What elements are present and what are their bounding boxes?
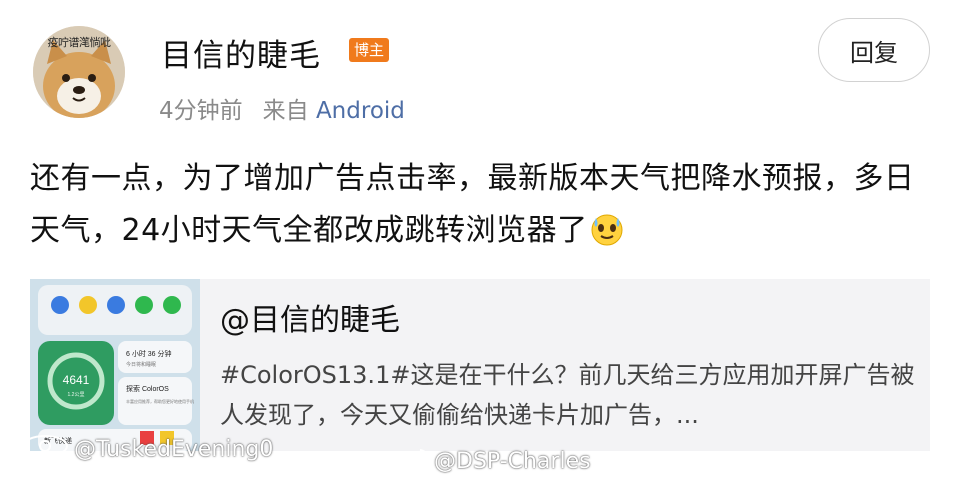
avatar[interactable]: 疫咛谱滗惝吡 — [33, 26, 125, 118]
weibo-eye-icon — [20, 433, 70, 465]
blogger-badge: 博主 — [349, 38, 390, 62]
card-title[interactable]: @目信的睫毛 — [220, 295, 400, 339]
sweat-smile-emoji-icon — [590, 211, 624, 263]
source-link[interactable]: Android — [316, 98, 405, 124]
card-description: #ColorOS13.1#这是在干什么？前几天给三方应用加开屏广告被人发现了，今… — [220, 361, 915, 429]
watermark-left-text: @TuskedEvening0 — [74, 436, 274, 462]
thumb-steps-value: 4641 — [63, 373, 90, 387]
thumb-steps-sub: 1.2公里 — [68, 392, 85, 398]
card-thumbnail: 4641 1.2公里 6 小时 36 分钟 今日将和睡眠 探索 ColorOS … — [30, 279, 200, 451]
post-text: 还有一点，为了增加广告点击率，最新版本天气把降水预报，多日天气，24小时天气全都… — [30, 161, 915, 248]
avatar-caption: 疫咛谱滗惝吡 — [47, 36, 112, 49]
source-prefix: 来自 — [262, 98, 309, 124]
thumb-sleep-sub: 今日将和睡眠 — [126, 361, 156, 368]
username[interactable]: 目信的睫毛 — [161, 30, 321, 75]
watermark-center-text: @DSP-Charles — [434, 448, 591, 474]
post-body: 还有一点，为了增加广告点击率，最新版本天气把降水预报，多日天气，24小时天气全都… — [30, 153, 935, 263]
post-time: 4分钟前 — [159, 98, 243, 124]
thumb-sleep-label: 6 小时 36 分钟 — [126, 349, 172, 358]
thumb-explore-sub: 丰富应用推荐，帮助您更好地使用手机 — [126, 398, 194, 404]
post-meta: 4分钟前 来自 Android — [159, 91, 405, 125]
quoted-post-card[interactable]: 4641 1.2公里 6 小时 36 分钟 今日将和睡眠 探索 ColorOS … — [30, 279, 930, 451]
phone-screenshot-image: 4641 1.2公里 6 小时 36 分钟 今日将和睡眠 探索 ColorOS … — [30, 279, 200, 451]
thumb-explore-label: 探索 ColorOS — [126, 384, 169, 393]
weibo-logo-icon — [400, 446, 430, 476]
watermark-center: @DSP-Charles — [400, 446, 591, 476]
reply-button[interactable]: 回复 — [818, 18, 930, 82]
watermark-left: @TuskedEvening0 — [20, 433, 273, 465]
